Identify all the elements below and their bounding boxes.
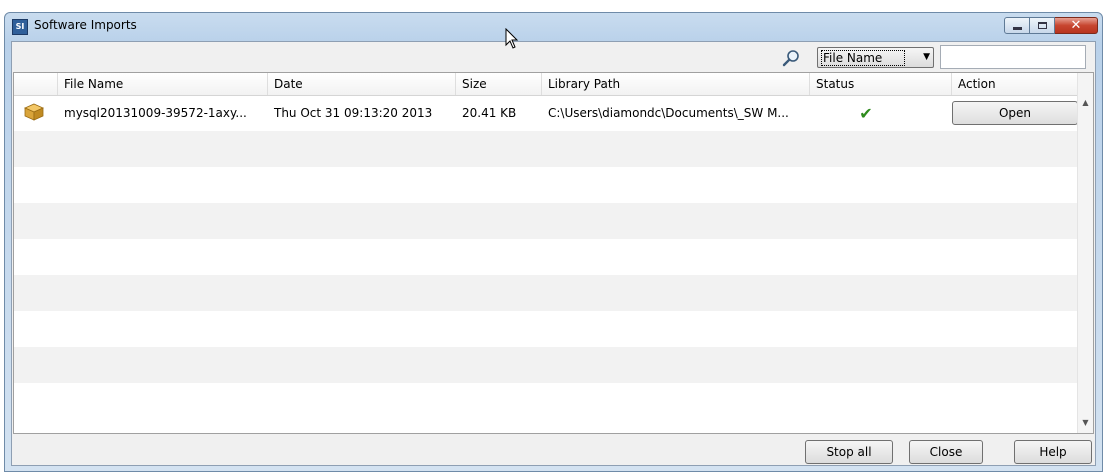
close-icon: ✕ — [1070, 18, 1082, 33]
search-icon[interactable] — [782, 49, 800, 67]
table-row — [14, 347, 1079, 383]
date-cell: Thu Oct 31 09:13:20 2013 — [274, 106, 433, 120]
maximize-button[interactable] — [1030, 17, 1055, 34]
chevron-down-icon: ▼ — [923, 52, 930, 62]
close-window-button[interactable]: ✕ — [1055, 17, 1098, 34]
library-path-cell: C:\Users\diamondc\Documents\_SW M... — [548, 106, 789, 120]
minimize-button[interactable] — [1004, 17, 1030, 34]
file-name-cell: mysql20131009-39572-1axy... — [64, 106, 247, 120]
table-row — [14, 203, 1079, 239]
table-header: File Name Date Size Library Path Status … — [14, 73, 1079, 96]
close-button[interactable]: Close — [909, 440, 983, 464]
open-button[interactable]: Open — [952, 101, 1078, 125]
filter-field-value: File Name — [821, 50, 906, 66]
scroll-down-icon[interactable]: ▼ — [1078, 415, 1093, 431]
footer-bar: Stop all Close Help — [12, 437, 1095, 467]
column-header-file-name[interactable]: File Name — [58, 73, 268, 95]
search-input[interactable] — [940, 45, 1086, 69]
table-body: mysql20131009-39572-1axy... Thu Oct 31 0… — [14, 95, 1079, 419]
maximize-icon — [1037, 22, 1047, 29]
column-header-library-path[interactable]: Library Path — [542, 73, 810, 95]
column-header-date[interactable]: Date — [268, 73, 456, 95]
minimize-icon — [1012, 27, 1022, 30]
app-icon: SI — [12, 19, 28, 35]
toolbar: File Name ▼ — [12, 42, 1095, 72]
size-cell: 20.41 KB — [462, 106, 517, 120]
table-row — [14, 311, 1079, 347]
title-bar[interactable]: SI Software Imports ✕ — [5, 13, 1102, 39]
table-row — [14, 239, 1079, 275]
imports-table: File Name Date Size Library Path Status … — [13, 72, 1094, 434]
stop-all-button[interactable]: Stop all — [805, 440, 893, 464]
mouse-cursor-icon — [505, 28, 519, 49]
table-row[interactable]: mysql20131009-39572-1axy... Thu Oct 31 0… — [14, 95, 1079, 131]
column-header-status[interactable]: Status — [810, 73, 952, 95]
status-cell: ✔ — [810, 104, 952, 123]
scroll-up-icon[interactable]: ▲ — [1078, 95, 1093, 111]
software-imports-window: SI Software Imports ✕ File Name ▼ File N… — [4, 12, 1103, 472]
client-area: File Name ▼ File Name Date Size Library … — [11, 41, 1096, 466]
row-icon-cell — [14, 103, 58, 124]
table-row — [14, 167, 1079, 203]
filter-field-select[interactable]: File Name ▼ — [817, 47, 934, 68]
window-controls: ✕ — [1004, 17, 1098, 35]
table-row — [14, 131, 1079, 167]
check-icon: ✔ — [859, 103, 873, 123]
help-button[interactable]: Help — [1014, 440, 1092, 464]
column-header-icon[interactable] — [14, 73, 58, 95]
table-row — [14, 383, 1079, 419]
column-header-size[interactable]: Size — [456, 73, 542, 95]
package-icon — [24, 103, 44, 121]
vertical-scrollbar[interactable]: ▲ ▼ — [1077, 73, 1093, 433]
table-row — [14, 275, 1079, 311]
action-cell: Open — [952, 101, 1079, 125]
window-title: Software Imports — [34, 18, 137, 32]
column-header-action[interactable]: Action — [952, 73, 1079, 95]
